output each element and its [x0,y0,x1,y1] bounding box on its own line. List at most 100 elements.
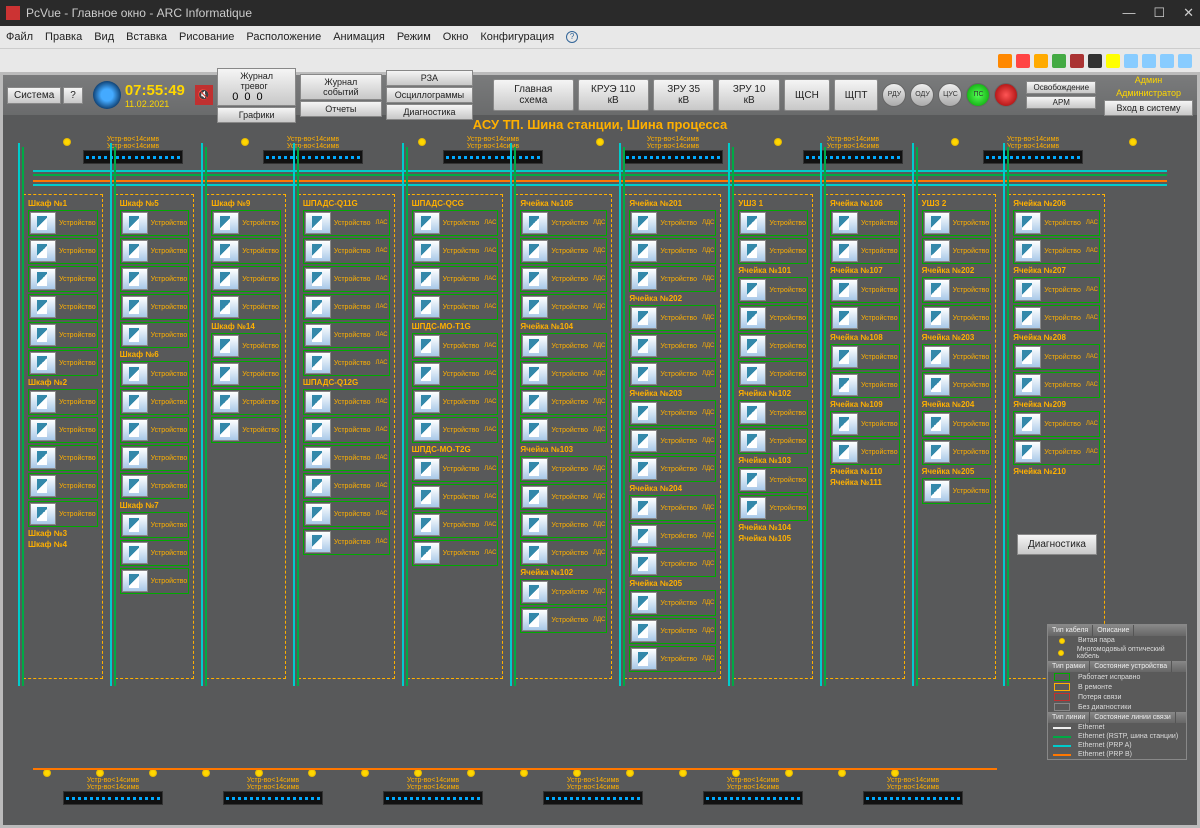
network-switch[interactable]: Устр-во<14симвУстр-во<14симв [223,777,323,805]
device-item[interactable]: Устройство [830,305,900,331]
device-item[interactable]: УстройствоЛАС [1013,439,1100,465]
device-item[interactable]: УстройствоЛАС [1013,344,1100,370]
device-item[interactable]: УстройствоЛАС [412,294,499,320]
nav-krue110[interactable]: КРУЭ 110 кВ [578,79,649,111]
event-journal-button[interactable]: Журнал событий [300,74,382,100]
device-item[interactable]: Устройство [738,495,808,521]
device-item[interactable]: УстройствоЛАС [303,445,390,471]
device-item[interactable]: УстройствоЛАС [303,473,390,499]
device-item[interactable]: УстройствоЛАС [303,501,390,527]
tool-pencil-icon[interactable] [998,54,1012,68]
device-item[interactable]: Устройство [28,210,98,236]
network-switch[interactable]: Устр-во<14симвУстр-во<14симв [63,777,163,805]
device-item[interactable]: Устройство [922,277,992,303]
device-item[interactable]: Устройство [120,322,190,348]
tool-zoomfit-icon[interactable] [1160,54,1174,68]
device-item[interactable]: Устройство [211,266,281,292]
device-item[interactable]: Устройство [120,361,190,387]
device-item[interactable]: УстройствоЛДС [520,266,607,292]
device-item[interactable]: УстройствоЛАС [303,417,390,443]
device-item[interactable]: УстройствоЛДС [520,579,607,605]
device-item[interactable]: Устройство [120,210,190,236]
device-item[interactable]: Устройство [738,467,808,493]
help-button[interactable]: ? [63,87,83,104]
device-item[interactable]: УстройствоЛДС [520,540,607,566]
device-item[interactable]: УстройствоЛДС [520,361,607,387]
device-item[interactable]: УстройствоЛДС [520,333,607,359]
nav-zru35[interactable]: ЗРУ 35 кВ [653,79,715,111]
device-item[interactable]: Устройство [120,389,190,415]
menu-mode[interactable]: Режим [397,31,431,43]
tool-star-icon[interactable] [1052,54,1066,68]
login-button[interactable]: Вход в систему [1104,100,1193,116]
device-item[interactable]: Устройство [28,501,98,527]
device-item[interactable]: Устройство [830,439,900,465]
device-item[interactable]: Устройство [830,344,900,370]
device-item[interactable]: УстройствоЛАС [412,456,499,482]
tool-zoomout-icon[interactable] [1142,54,1156,68]
device-item[interactable]: Устройство [922,344,992,370]
rdu-btn[interactable]: РДУ [882,83,906,107]
rza-button[interactable]: РЗА [386,70,473,86]
device-item[interactable]: Устройство [211,389,281,415]
device-item[interactable]: УстройствоЛАС [412,484,499,510]
nav-zru10[interactable]: ЗРУ 10 кВ [718,79,780,111]
oscillo-button[interactable]: Осциллограммы [386,87,473,103]
odu-btn[interactable]: ОДУ [910,83,934,107]
device-item[interactable]: УстройствоЛДС [520,294,607,320]
device-item[interactable]: Устройство [28,266,98,292]
tool-arrow-icon[interactable] [1016,54,1030,68]
device-item[interactable]: Устройство [120,294,190,320]
system-button[interactable]: Система [7,87,61,104]
device-item[interactable]: УстройствоЛДС [629,456,716,482]
tool-zoomin-icon[interactable] [1124,54,1138,68]
tool-flag-icon[interactable] [1034,54,1048,68]
device-item[interactable]: Устройство [830,372,900,398]
maximize-icon[interactable]: ☐ [1153,5,1165,21]
device-item[interactable]: УстройствоЛАС [303,389,390,415]
device-item[interactable]: УстройствоЛДС [520,484,607,510]
device-item[interactable]: УстройствоЛДС [629,646,716,672]
help-icon[interactable]: ? [566,31,578,43]
device-item[interactable]: УстройствоЛДС [629,551,716,577]
device-item[interactable]: УстройствоЛДС [629,305,716,331]
menu-insert[interactable]: Вставка [126,31,167,43]
device-item[interactable]: Устройство [28,417,98,443]
tool-bulb-icon[interactable] [1106,54,1120,68]
device-item[interactable]: УстройствоЛАС [1013,305,1100,331]
device-item[interactable]: Устройство [830,411,900,437]
mute-icon[interactable]: 🔇 [195,85,213,105]
device-item[interactable]: УстройствоЛДС [629,428,716,454]
device-item[interactable]: Устройство [28,350,98,376]
device-item[interactable]: УстройствоЛАС [412,361,499,387]
release-button[interactable]: Освобождение [1026,81,1096,94]
menu-arrange[interactable]: Расположение [246,31,321,43]
device-item[interactable]: Устройство [120,445,190,471]
minimize-icon[interactable]: — [1122,5,1135,21]
menu-file[interactable]: Файл [6,31,33,43]
network-switch[interactable]: Устр-во<14симвУстр-во<14симв [863,777,963,805]
device-item[interactable]: УстройствоЛДС [520,456,607,482]
device-item[interactable]: УстройствоЛДС [629,210,716,236]
device-item[interactable]: УстройствоЛДС [520,238,607,264]
device-item[interactable]: Устройство [120,568,190,594]
device-item[interactable]: Устройство [28,238,98,264]
device-item[interactable]: Устройство [120,266,190,292]
device-item[interactable]: Устройство [830,238,900,264]
device-item[interactable]: УстройствоЛДС [629,495,716,521]
device-item[interactable]: УстройствоЛАС [303,350,390,376]
device-item[interactable]: Устройство [28,445,98,471]
device-item[interactable]: УстройствоЛАС [1013,372,1100,398]
device-item[interactable]: УстройствоЛАС [303,238,390,264]
device-item[interactable]: Устройство [211,333,281,359]
device-item[interactable]: УстройствоЛАС [412,333,499,359]
network-switch[interactable]: Устр-во<14симвУстр-во<14симв [703,777,803,805]
device-item[interactable]: УстройствоЛАС [412,540,499,566]
device-item[interactable]: УстройствоЛАС [303,266,390,292]
nav-main[interactable]: Главная схема [493,79,573,111]
device-item[interactable]: Устройство [922,411,992,437]
menu-window[interactable]: Окно [443,31,469,43]
device-item[interactable]: Устройство [120,238,190,264]
device-item[interactable]: Устройство [922,210,992,236]
cus-btn[interactable]: ЦУС [938,83,962,107]
